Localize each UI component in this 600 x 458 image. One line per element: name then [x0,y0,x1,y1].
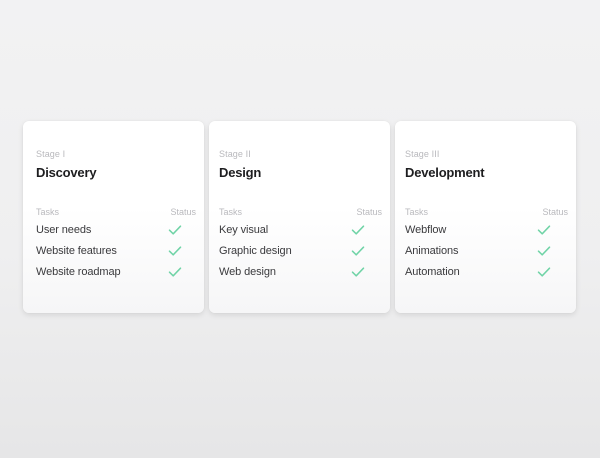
tasks-column-header: Tasks [219,207,243,217]
task-item: Webflow [405,224,447,236]
task-item: Website roadmap [36,266,121,278]
check-icon [168,246,182,256]
task-item: User needs [36,224,92,236]
task-item: Web design [219,266,276,278]
stage-title: Development [405,165,485,180]
stage-title: Design [219,165,262,180]
stage-label: Stage II [219,149,251,159]
stage-card-discovery: Stage I Discovery Tasks Status User need… [23,121,204,313]
task-item: Key visual [219,224,269,236]
task-item: Automation [405,266,460,278]
task-item: Website features [36,245,117,257]
task-item: Animations [405,245,459,257]
check-icon [537,267,551,277]
stage-label: Stage I [36,149,66,159]
status-column-header: Status [170,207,196,217]
check-icon [351,246,365,256]
stage-card-development: Stage III Development Tasks Status Webfl… [395,121,576,313]
check-icon [537,246,551,256]
check-icon [351,267,365,277]
status-column-header: Status [542,207,568,217]
stages-board: Stage I Discovery Tasks Status User need… [0,0,600,458]
check-icon [351,225,365,235]
check-icon [168,225,182,235]
stage-title: Discovery [36,165,97,180]
task-item: Graphic design [219,245,292,257]
check-icon [168,267,182,277]
tasks-column-header: Tasks [405,207,429,217]
stage-card-design: Stage II Design Tasks Status Key visual … [209,121,390,313]
tasks-column-header: Tasks [36,207,60,217]
stage-label: Stage III [405,149,440,159]
status-column-header: Status [356,207,382,217]
check-icon [537,225,551,235]
